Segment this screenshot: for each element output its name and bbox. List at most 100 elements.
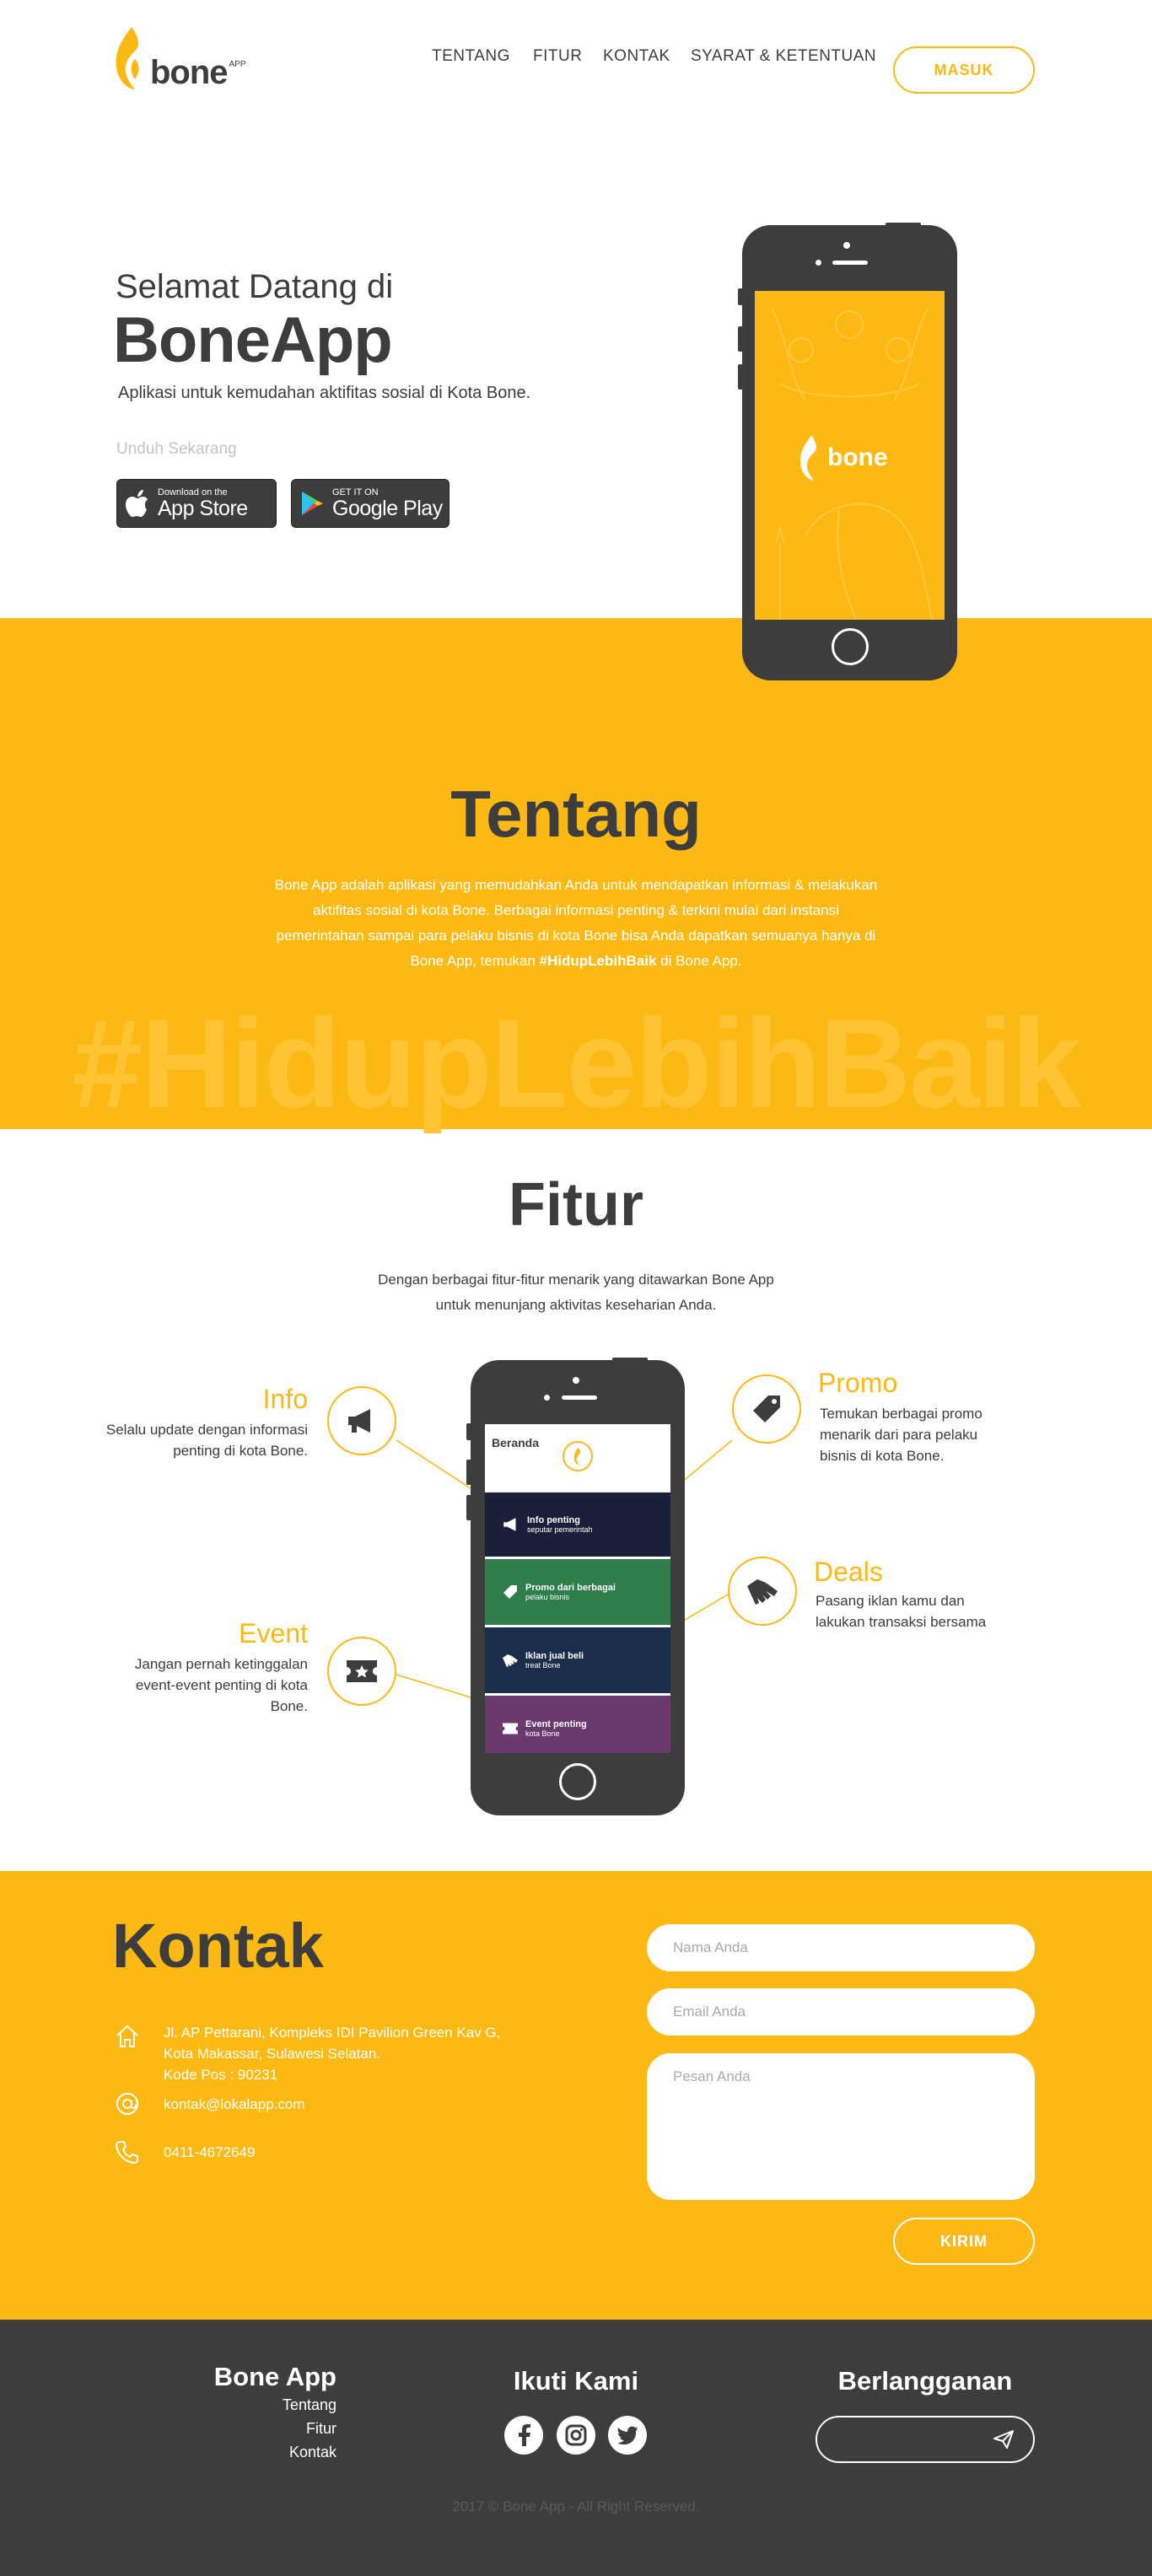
address-line-1: Jl. AP Pettarani, Kompleks IDI Pavilion …	[164, 2025, 501, 2041]
address-line-2: Kota Makassar, Sulawesi Selatan.	[164, 2046, 381, 2062]
page: bone APP TENTANG FITUR KONTAK SYARAT & K…	[0, 0, 1152, 2576]
email-field[interactable]: Email Anda	[647, 1988, 1035, 2036]
app-card-sub: pelaku bisnis	[525, 1593, 570, 1601]
app-store-button[interactable]: Download on the App Store	[116, 479, 277, 528]
feature-promo-circle[interactable]	[732, 1374, 801, 1444]
app-card-sub: treat Bone	[525, 1661, 561, 1670]
logo-suffix: APP	[229, 60, 246, 69]
tag-icon	[753, 1396, 780, 1422]
app-header-title: Beranda	[492, 1436, 540, 1449]
hashtag: #HidupLebihBaik	[539, 953, 657, 969]
feature-info-circle[interactable]	[327, 1386, 396, 1455]
home-icon	[116, 2025, 138, 2047]
footer-brand-title: Bone App	[213, 2362, 336, 2391]
handshake-icon	[747, 1579, 778, 1605]
feature-event-text: Jangan pernah ketinggalan event-event pe…	[134, 1656, 308, 1714]
hero-phone: bone	[738, 223, 957, 680]
splash-logo-text: bone	[827, 444, 888, 471]
facebook-icon	[519, 2424, 530, 2446]
feature-event-title: Event	[239, 1618, 308, 1648]
nav-fitur[interactable]: FITUR	[533, 47, 582, 66]
copyright: 2017 © Bone App - All Right Reserved.	[452, 2498, 700, 2514]
phone-icon	[115, 2141, 138, 2165]
logo[interactable]: bone APP	[113, 25, 246, 91]
feature-info-text: Selalu update dengan informasi penting d…	[105, 1422, 308, 1459]
instagram-icon	[565, 2424, 587, 2446]
app-header: Beranda	[485, 1424, 670, 1492]
logo-text: bone	[150, 54, 229, 91]
feature-deals-text: Pasang iklan kamu dan lakukan transaksi …	[816, 1593, 987, 1630]
app-flame-icon	[573, 1447, 581, 1465]
kontak-title: Kontak	[112, 1911, 324, 1981]
fitur-phone: Beranda Info penting seputar pemerintah …	[466, 1358, 685, 1815]
tentang-title: Tentang	[450, 777, 702, 851]
feature-deals-title: Deals	[814, 1557, 883, 1587]
card-megaphone-icon	[503, 1518, 516, 1531]
ticket-icon	[347, 1660, 377, 1682]
google-play-big: Google Play	[332, 497, 443, 520]
app-card-deals[interactable]: Iklan jual beli treat Bone	[485, 1627, 670, 1693]
app-card-event[interactable]: Event penting kota Bone	[485, 1696, 670, 1753]
splash-flame-icon	[800, 435, 816, 481]
nav-tentang[interactable]: TENTANG	[432, 47, 510, 66]
facebook-button[interactable]	[504, 2416, 543, 2455]
nav-syarat[interactable]: SYARAT & KETENTUAN	[691, 47, 876, 66]
footer-link-tentang[interactable]: Tentang	[211, 2396, 336, 2414]
card-tag-icon	[503, 1585, 517, 1599]
home-button	[832, 628, 869, 665]
hero-description: Aplikasi untuk kemudahan aktifitas sosia…	[118, 384, 531, 402]
splash-logo: bone	[797, 434, 888, 481]
feature-info-title: Info	[262, 1384, 308, 1414]
apple-icon	[117, 490, 158, 517]
footer-link-kontak[interactable]: Kontak	[211, 2444, 336, 2461]
card-handshake-icon	[503, 1654, 518, 1667]
hashtag-watermark: #HidupLebihBaik	[72, 992, 1081, 1134]
flame-logo-icon	[116, 27, 139, 89]
app-card-title: Promo dari berbagai	[525, 1583, 616, 1593]
app-card-title: Info penting	[527, 1515, 580, 1525]
card-ticket-icon	[503, 1723, 518, 1734]
app-card-sub: seputar pemerintah	[527, 1525, 593, 1534]
twitter-icon	[617, 2426, 638, 2444]
subscribe-title: Berlangganan	[837, 2366, 1013, 2396]
email-icon	[116, 2093, 138, 2115]
app-card-promo[interactable]: Promo dari berbagai pelaku bisnis	[485, 1559, 670, 1625]
email-text[interactable]: kontak@lokalapp.com	[164, 2094, 305, 2115]
app-card-info[interactable]: Info penting seputar pemerintah	[485, 1492, 670, 1557]
name-field[interactable]: Nama Anda	[647, 1924, 1035, 1971]
google-play-icon	[292, 491, 332, 516]
send-icon[interactable]	[993, 2429, 1015, 2450]
phone-text[interactable]: 0411-4672649	[164, 2142, 255, 2163]
message-field[interactable]: Pesan Anda	[647, 2053, 1035, 2200]
subscribe-input[interactable]	[816, 2416, 1035, 2463]
download-label: Unduh Sekarang	[116, 440, 237, 458]
megaphone-icon	[348, 1409, 370, 1433]
hero-subtitle: Selamat Datang di	[116, 268, 394, 305]
instagram-button[interactable]	[557, 2416, 595, 2455]
address-line-3: Kode Pos : 90231	[164, 2067, 278, 2083]
header: bone APP TENTANG FITUR KONTAK SYARAT & K…	[0, 0, 1152, 140]
google-play-button[interactable]: GET IT ON Google Play	[291, 479, 449, 528]
app-card-title: Iklan jual beli	[525, 1651, 584, 1661]
app-store-big: App Store	[158, 497, 248, 520]
login-button[interactable]: MASUK	[893, 46, 1035, 94]
app-card-sub: kota Bone	[525, 1729, 560, 1738]
tentang-text: Bone App adalah aplikasi yang memudahkan…	[274, 877, 878, 969]
fitur-description: Dengan berbagai fitur-fitur menarik yang…	[378, 1272, 774, 1313]
feature-promo-text: Temukan berbagai promo menarik dari para…	[820, 1406, 982, 1464]
submit-button[interactable]: KIRIM	[893, 2218, 1035, 2265]
feature-deals-circle[interactable]	[728, 1557, 797, 1626]
app-header-logo	[563, 1441, 593, 1471]
home-button	[559, 1763, 596, 1800]
follow-title: Ikuti Kami	[513, 2366, 639, 2396]
splash-screen: bone	[755, 291, 945, 620]
hero-title: BoneApp	[113, 304, 393, 376]
app-screen: Beranda Info penting seputar pemerintah …	[485, 1424, 670, 1753]
fitur-title: Fitur	[509, 1171, 643, 1239]
app-card-title: Event penting	[525, 1719, 587, 1729]
feature-promo-title: Promo	[818, 1368, 898, 1398]
footer-link-fitur[interactable]: Fitur	[211, 2420, 336, 2438]
twitter-button[interactable]	[608, 2416, 647, 2455]
nav-kontak[interactable]: KONTAK	[603, 47, 670, 66]
feature-event-circle[interactable]	[327, 1637, 396, 1706]
